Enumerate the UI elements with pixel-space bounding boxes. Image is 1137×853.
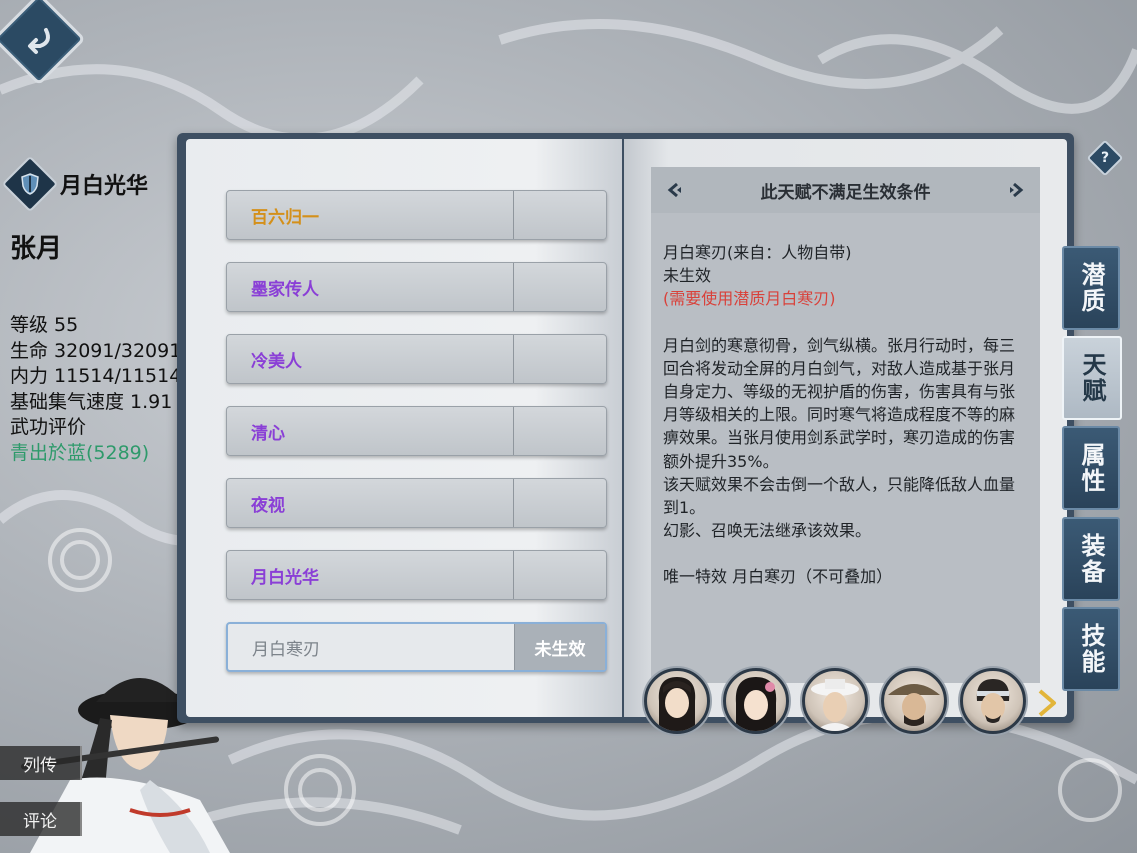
talent-name: 清心	[251, 423, 285, 444]
party-avatar[interactable]	[644, 668, 710, 734]
detail-description: 月白剑的寒意彻骨，剑气纵横。张月行动时，每三回合将发动全屏的月白剑气，对敌人造成…	[663, 335, 1016, 471]
talent-name: 百六归一	[251, 207, 319, 228]
active-skill-name: 月白光华	[60, 174, 149, 199]
biography-button[interactable]: 列传	[0, 746, 82, 780]
help-glyph: ?	[1100, 150, 1110, 166]
stat-qi-speed: 基础集气速度 1.91	[10, 390, 173, 413]
detail-header-text: 此天赋不满足生效条件	[760, 182, 931, 203]
character-name: 张月	[10, 234, 63, 264]
more-avatars-arrow-icon[interactable]	[1034, 688, 1060, 718]
stat-rating-label: 武功评价	[10, 416, 87, 438]
detail-requirement: (需要使用潜质月白寒刃)	[663, 289, 836, 309]
active-skill-badge: 月白光华	[1, 155, 149, 213]
party-avatar[interactable]	[723, 668, 789, 734]
talent-status: 未生效	[515, 624, 605, 670]
tab-skills[interactable]: 技能	[1062, 607, 1120, 691]
party-avatar[interactable]	[960, 668, 1026, 734]
tab-attributes[interactable]: 属性	[1062, 426, 1120, 510]
talent-name: 月白光华	[251, 567, 319, 588]
male-hat-portrait-icon	[811, 679, 859, 731]
talent-row[interactable]: 冷美人	[226, 334, 607, 384]
party-avatar[interactable]	[881, 668, 947, 734]
talent-status	[514, 551, 606, 599]
male-headband-portrait-icon	[976, 679, 1010, 723]
prev-arrow-icon[interactable]	[665, 181, 683, 199]
detail-header: 此天赋不满足生效条件	[651, 167, 1040, 213]
stat-level: 等级 55	[10, 314, 79, 336]
party-avatar[interactable]	[802, 668, 868, 734]
back-button[interactable]	[0, 0, 86, 86]
talent-status	[514, 407, 606, 455]
tab-potential[interactable]: 潜质	[1062, 246, 1120, 330]
talent-row[interactable]: 月白光华	[226, 550, 607, 600]
detail-note-1: 该天赋效果不会击倒一个敌人，只能降低敌人血量到1。	[663, 474, 1016, 518]
comments-button[interactable]: 评论	[0, 802, 82, 836]
female-portrait-icon	[735, 677, 777, 731]
talent-name: 墨家传人	[251, 279, 319, 300]
talent-row[interactable]: 百六归一	[226, 190, 607, 240]
talent-row[interactable]: 墨家传人	[226, 262, 607, 312]
stat-hp: 生命 32091/32091	[10, 339, 182, 362]
talent-detail-page: 此天赋不满足生效条件 月白寒刃(来自：人物自带) 未生效 (需要使用潜质月白寒刃…	[624, 139, 1067, 717]
detail-title: 月白寒刃(来自：人物自带)	[663, 243, 852, 262]
character-stats: 等级 55 生命 32091/32091 内力 11514/11514 基础集气…	[10, 313, 181, 466]
talent-row-selected[interactable]: 月白寒刃 未生效	[226, 622, 607, 672]
stat-rating-value: 青出於蓝(5289)	[10, 441, 150, 464]
talent-name: 月白寒刃	[252, 639, 320, 660]
return-arrow-icon	[28, 28, 50, 55]
talent-row[interactable]: 夜视	[226, 478, 607, 528]
female-portrait-icon	[658, 677, 696, 731]
talent-list-page: 百六归一 墨家传人 冷美人 清心 夜视 月白光华 月白寒刃 未生效	[186, 139, 622, 717]
talent-status	[514, 335, 606, 383]
male-straw-hat-portrait-icon	[888, 684, 940, 726]
party-avatars	[644, 668, 1026, 734]
talent-status	[514, 191, 606, 239]
detail-unique: 唯一特效 月白寒刃（不可叠加）	[663, 567, 893, 587]
talent-name: 冷美人	[251, 351, 302, 372]
help-icon[interactable]: ?	[1086, 139, 1124, 177]
talent-book: 百六归一 墨家传人 冷美人 清心 夜视 月白光华 月白寒刃 未生效 此天赋不满足…	[177, 133, 1074, 723]
talent-status	[514, 263, 606, 311]
talent-name: 夜视	[251, 495, 285, 516]
next-arrow-icon[interactable]	[1008, 181, 1026, 199]
detail-body: 月白寒刃(来自：人物自带) 未生效 (需要使用潜质月白寒刃) 月白剑的寒意彻骨，…	[651, 213, 1040, 683]
detail-state: 未生效	[663, 266, 712, 286]
talent-status	[514, 479, 606, 527]
tab-equipment[interactable]: 装备	[1062, 517, 1120, 601]
talent-row[interactable]: 清心	[226, 406, 607, 456]
stat-mp: 内力 11514/11514	[10, 365, 182, 387]
tab-talent[interactable]: 天赋	[1062, 336, 1122, 420]
shield-icon	[1, 155, 59, 213]
detail-note-2: 幻影、召唤无法继承该效果。	[663, 521, 872, 541]
